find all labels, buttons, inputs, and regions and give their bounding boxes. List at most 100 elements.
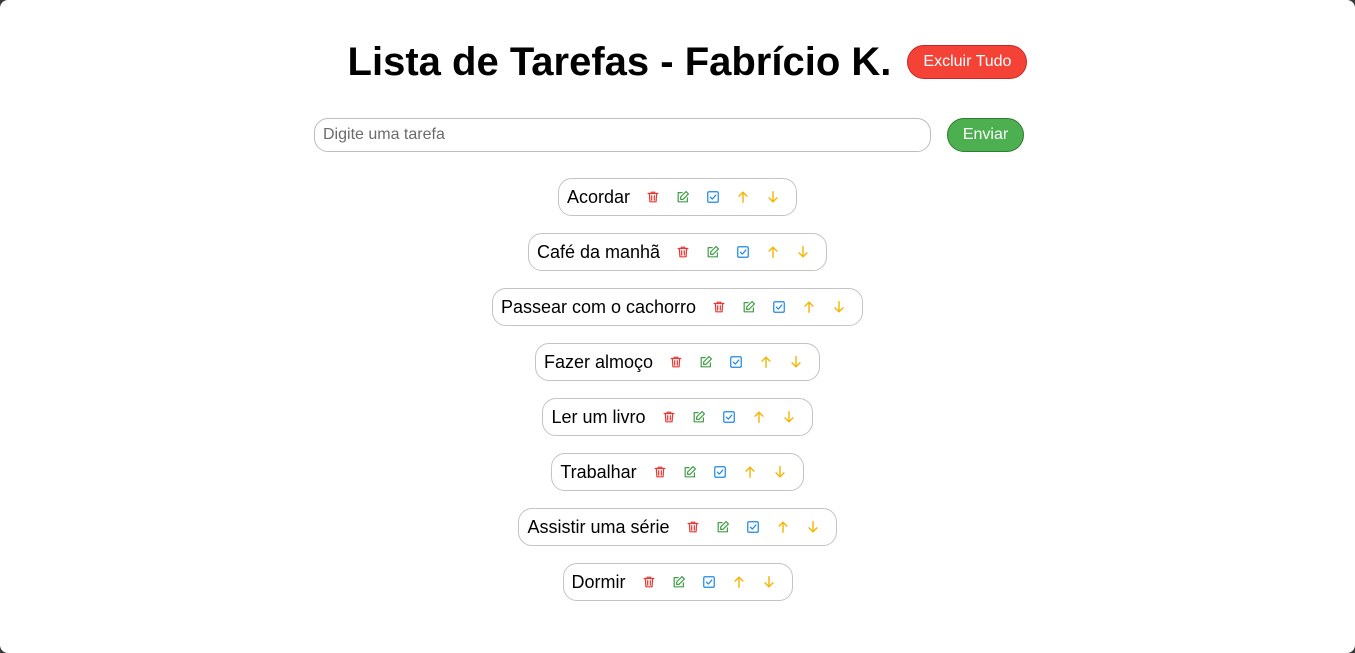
delete-task-button[interactable] [645,457,675,487]
trash-icon [653,465,667,479]
move-down-button[interactable] [774,402,804,432]
clear-all-button[interactable]: Excluir Tudo [907,45,1028,79]
trash-icon [686,520,700,534]
move-up-button[interactable] [758,237,788,267]
checkbox-icon [729,355,743,369]
edit-task-button[interactable] [734,292,764,322]
checkbox-icon [722,410,736,424]
move-down-button[interactable] [765,457,795,487]
task-text: Ler um livro [551,406,646,427]
arrow-down-icon [766,190,780,204]
complete-task-button[interactable] [698,182,728,212]
arrow-down-icon [796,245,810,259]
move-down-button[interactable] [824,292,854,322]
trash-icon [712,300,726,314]
checkbox-icon [713,465,727,479]
task-item: Ler um livro [542,398,813,436]
edit-task-button[interactable] [675,457,705,487]
arrow-down-icon [789,355,803,369]
trash-icon [662,410,676,424]
arrow-up-icon [802,300,816,314]
task-list: Acordar Café da manhã Passear com o cachor… [0,178,1355,601]
task-text: Fazer almoço [543,351,654,372]
task-text: Café da manhã [536,241,661,262]
arrow-down-icon [806,520,820,534]
task-item: Café da manhã [527,233,828,271]
checkbox-icon [746,520,760,534]
edit-task-button[interactable] [664,567,694,597]
complete-task-button[interactable] [705,457,735,487]
move-up-button[interactable] [728,182,758,212]
checkbox-icon [702,575,716,589]
arrow-up-icon [759,355,773,369]
task-text: Acordar [566,186,631,207]
trash-icon [669,355,683,369]
delete-task-button[interactable] [661,347,691,377]
complete-task-button[interactable] [764,292,794,322]
complete-task-button[interactable] [694,567,724,597]
arrow-up-icon [752,410,766,424]
task-input[interactable] [314,118,931,152]
move-up-button[interactable] [768,512,798,542]
task-text: Passear com o cachorro [500,296,697,317]
checkbox-icon [736,245,750,259]
edit-task-button[interactable] [668,182,698,212]
delete-task-button[interactable] [704,292,734,322]
task-form: Enviar [314,118,1024,152]
checkbox-icon [772,300,786,314]
edit-task-button[interactable] [684,402,714,432]
move-up-button[interactable] [724,567,754,597]
task-item: Acordar [557,178,798,216]
arrow-down-icon [773,465,787,479]
move-down-button[interactable] [781,347,811,377]
edit-icon [716,520,730,534]
trash-icon [646,190,660,204]
send-button[interactable]: Enviar [947,118,1024,152]
header: Lista de Tarefas - Fabrício K. Excluir T… [0,36,1355,88]
delete-task-button[interactable] [678,512,708,542]
arrow-up-icon [736,190,750,204]
checkbox-icon [706,190,720,204]
complete-task-button[interactable] [721,347,751,377]
move-up-button[interactable] [794,292,824,322]
move-up-button[interactable] [735,457,765,487]
page-title: Lista de Tarefas - Fabrício K. [347,40,892,84]
task-item: Fazer almoço [534,343,821,381]
move-down-button[interactable] [798,512,828,542]
delete-task-button[interactable] [634,567,664,597]
task-text: Dormir [571,571,626,592]
task-text: Assistir uma série [527,516,670,537]
edit-icon [706,245,720,259]
move-up-button[interactable] [744,402,774,432]
move-up-button[interactable] [751,347,781,377]
app-page: Lista de Tarefas - Fabrício K. Excluir T… [0,0,1355,653]
edit-icon [683,465,697,479]
task-item: Passear com o cachorro [491,288,864,326]
move-down-button[interactable] [754,567,784,597]
edit-icon [699,355,713,369]
edit-task-button[interactable] [691,347,721,377]
arrow-down-icon [762,575,776,589]
delete-task-button[interactable] [654,402,684,432]
task-item: Dormir [562,563,793,601]
move-down-button[interactable] [788,237,818,267]
edit-task-button[interactable] [698,237,728,267]
edit-icon [676,190,690,204]
task-item: Assistir uma série [518,508,837,546]
arrow-up-icon [766,245,780,259]
arrow-down-icon [832,300,846,314]
complete-task-button[interactable] [714,402,744,432]
arrow-up-icon [743,465,757,479]
complete-task-button[interactable] [728,237,758,267]
complete-task-button[interactable] [738,512,768,542]
task-item: Trabalhar [551,453,804,491]
edit-task-button[interactable] [708,512,738,542]
trash-icon [676,245,690,259]
delete-task-button[interactable] [638,182,668,212]
task-text: Trabalhar [560,461,637,482]
delete-task-button[interactable] [668,237,698,267]
edit-icon [742,300,756,314]
trash-icon [642,575,656,589]
arrow-up-icon [732,575,746,589]
move-down-button[interactable] [758,182,788,212]
